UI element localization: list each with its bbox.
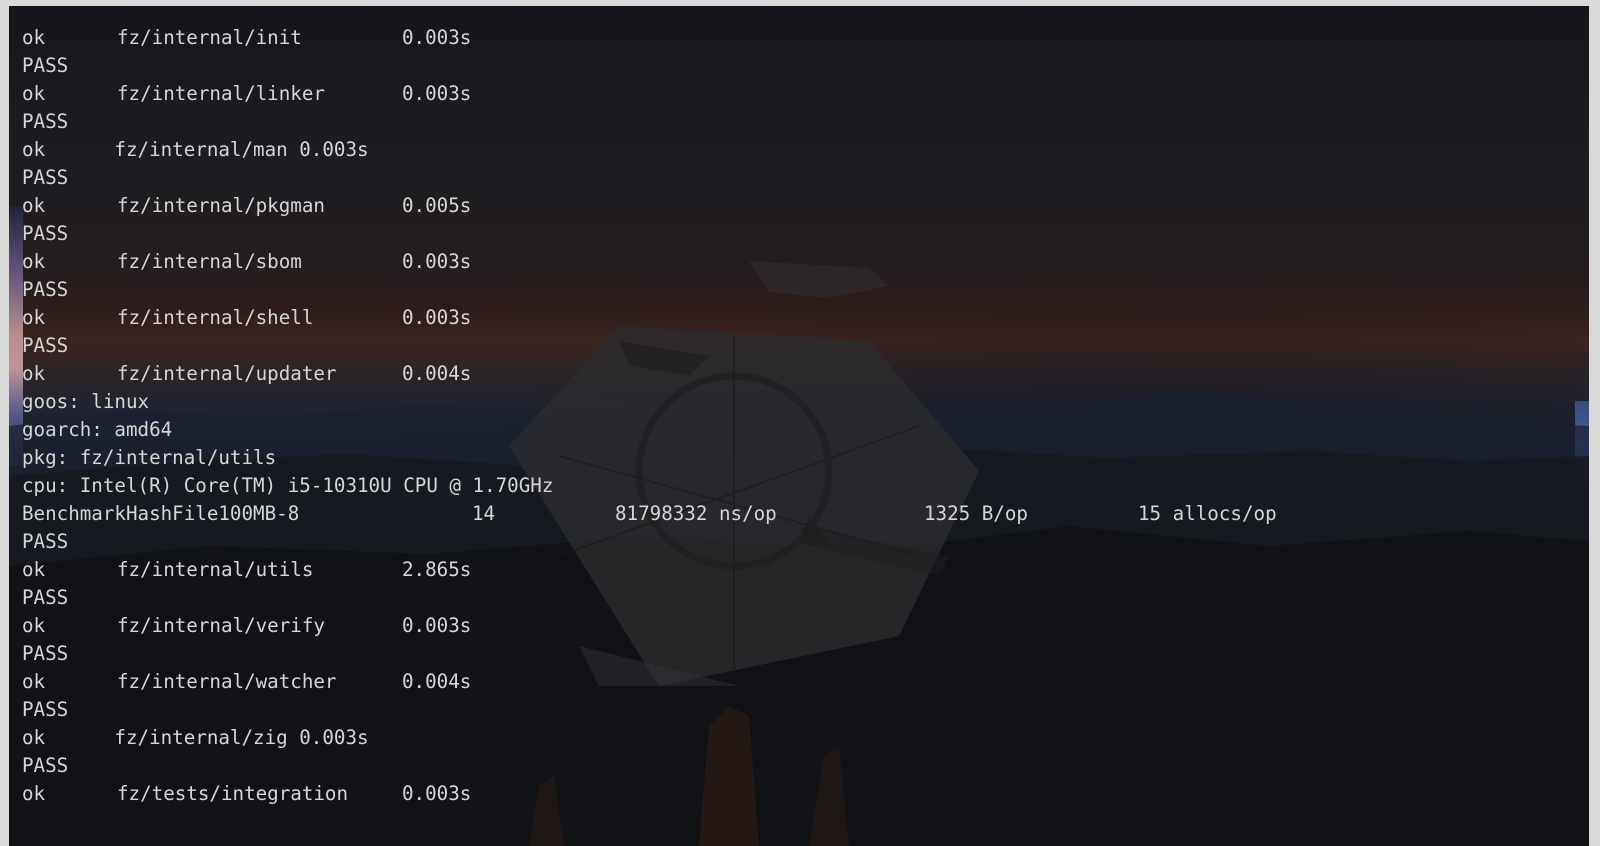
test-package: fz/internal/utils: [117, 558, 314, 581]
terminal-text: goarch: amd64: [22, 418, 173, 441]
test-status: ok: [22, 26, 46, 49]
terminal-text: PASS: [22, 334, 69, 357]
benchmark-iterations: 14: [472, 502, 496, 525]
benchmark-allocs-per-op: 15 allocs/op: [1138, 502, 1277, 525]
test-package: fz/internal/shell: [117, 306, 314, 329]
test-duration: 0.003s: [402, 306, 472, 329]
test-package: fz/internal/init: [117, 26, 302, 49]
test-duration: 0.003s: [402, 82, 472, 105]
test-status: ok: [22, 362, 46, 385]
terminal-window[interactable]: ok fz/internal/init 0.003s PASS ok fz/interna…: [9, 6, 1589, 846]
test-package: fz/tests/integration: [117, 782, 349, 805]
test-status: ok: [22, 194, 46, 217]
test-status: ok: [22, 782, 46, 805]
test-duration: 0.003s: [402, 614, 472, 637]
test-duration: 0.004s: [402, 362, 472, 385]
terminal-text: PASS: [22, 222, 69, 245]
benchmark-bytes-per-op: 1325 B/op: [924, 502, 1028, 525]
terminal-text: pkg: fz/internal/utils: [22, 446, 277, 469]
test-duration: 0.003s: [402, 26, 472, 49]
terminal-text: PASS: [22, 278, 69, 301]
terminal-text: PASS: [22, 110, 69, 133]
terminal-text: PASS: [22, 530, 69, 553]
test-duration: 2.865s: [402, 558, 472, 581]
terminal-text: PASS: [22, 166, 69, 189]
test-status: ok: [22, 670, 46, 693]
benchmark-ns-per-op: 81798332 ns/op: [615, 502, 777, 525]
hexagon-refresh-logo-icon: [509, 326, 979, 686]
terminal-text: ok fz/internal/zig 0.003s: [22, 726, 369, 749]
test-status: ok: [22, 614, 46, 637]
test-duration: 0.004s: [402, 670, 472, 693]
test-status: ok: [22, 558, 46, 581]
terminal-text: PASS: [22, 586, 69, 609]
test-package: fz/internal/watcher: [117, 670, 337, 693]
terminal-text: PASS: [22, 54, 69, 77]
terminal-text: ok fz/internal/man 0.003s: [22, 138, 369, 161]
terminal-text: PASS: [22, 698, 69, 721]
terminal-text: goos: linux: [22, 390, 150, 413]
test-status: ok: [22, 306, 46, 329]
test-duration: 0.003s: [402, 782, 472, 805]
test-package: fz/internal/updater: [117, 362, 337, 385]
terminal-text: PASS: [22, 754, 69, 777]
test-package: fz/internal/sbom: [117, 250, 302, 273]
test-package: fz/internal/verify: [117, 614, 325, 637]
test-status: ok: [22, 82, 46, 105]
test-package: fz/internal/linker: [117, 82, 325, 105]
test-package: fz/internal/pkgman: [117, 194, 325, 217]
test-duration: 0.005s: [402, 194, 472, 217]
benchmark-name: BenchmarkHashFile100MB-8: [22, 502, 300, 525]
terminal-text: PASS: [22, 642, 69, 665]
test-status: ok: [22, 250, 46, 273]
terminal-text: cpu: Intel(R) Core(TM) i5-10310U CPU @ 1…: [22, 474, 554, 497]
test-duration: 0.003s: [402, 250, 472, 273]
